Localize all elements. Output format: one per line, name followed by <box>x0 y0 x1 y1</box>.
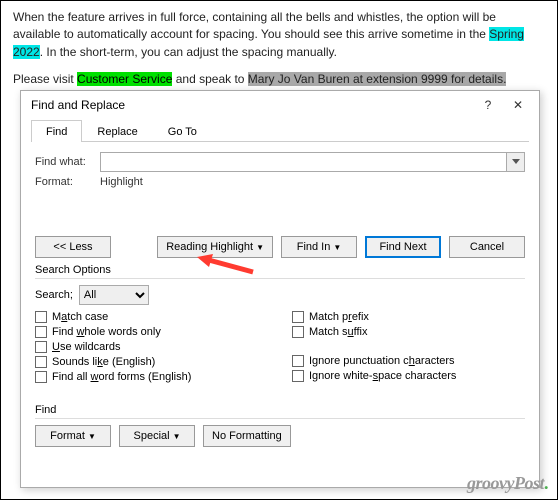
check-left-4[interactable]: Find all word forms (English) <box>35 371 280 383</box>
less-button[interactable]: << Less <box>35 236 111 258</box>
tab-replace[interactable]: Replace <box>82 120 152 142</box>
checkbox-box[interactable] <box>292 326 304 338</box>
checkbox-label: Match case <box>52 311 108 323</box>
checkbox-box[interactable] <box>35 371 47 383</box>
dialog-tabs: Find Replace Go To <box>31 119 529 142</box>
doc-paragraph-1: When the feature arrives in full force, … <box>13 9 545 61</box>
format-value: Highlight <box>100 176 143 188</box>
search-options-title: Search Options <box>35 264 525 276</box>
check-right-1[interactable]: Match suffix <box>292 326 525 338</box>
dialog-title: Find and Replace <box>31 98 473 112</box>
find-section-title: Find <box>35 404 525 416</box>
cancel-button[interactable]: Cancel <box>449 236 525 258</box>
check-left-1[interactable]: Find whole words only <box>35 326 280 338</box>
divider <box>35 278 525 279</box>
checkbox-label: Match prefix <box>309 311 369 323</box>
checkbox-label: Sounds like (English) <box>52 356 155 368</box>
document-body: When the feature arrives in full force, … <box>1 1 557 103</box>
checkbox-label: Find whole words only <box>52 326 161 338</box>
check-right-3[interactable]: Ignore white-space characters <box>292 370 525 382</box>
special-button[interactable]: Special▼ <box>119 425 195 447</box>
checkbox-box[interactable] <box>292 370 304 382</box>
no-formatting-button[interactable]: No Formatting <box>203 425 291 447</box>
find-next-button[interactable]: Find Next <box>365 236 441 258</box>
help-button[interactable]: ? <box>473 95 503 115</box>
check-left-0[interactable]: Match case <box>35 311 280 323</box>
find-what-dropdown[interactable] <box>506 153 524 171</box>
check-left-2[interactable]: Use wildcards <box>35 341 280 353</box>
checkbox-label: Ignore punctuation characters <box>309 355 455 367</box>
format-label: Format: <box>35 176 100 188</box>
find-what-label: Find what: <box>35 156 100 168</box>
reading-highlight-button[interactable]: Reading Highlight▼ <box>157 236 273 258</box>
check-right-2[interactable]: Ignore punctuation characters <box>292 355 525 367</box>
close-button[interactable]: ✕ <box>503 95 533 115</box>
checkbox-box[interactable] <box>292 311 304 323</box>
checkbox-box[interactable] <box>35 356 47 368</box>
check-right-0[interactable]: Match prefix <box>292 311 525 323</box>
tab-goto[interactable]: Go To <box>153 120 212 142</box>
find-what-input[interactable] <box>101 153 506 171</box>
format-button[interactable]: Format▼ <box>35 425 111 447</box>
checkbox-box[interactable] <box>35 341 47 353</box>
find-what-field[interactable] <box>100 152 525 172</box>
checkbox-label: Use wildcards <box>52 341 120 353</box>
dialog-titlebar[interactable]: Find and Replace ? ✕ <box>21 91 539 119</box>
highlight-yellow-selected: Mary Jo Van Buren at extension 9999 <box>248 72 448 86</box>
checkbox-box[interactable] <box>35 326 47 338</box>
checkbox-label: Ignore white-space characters <box>309 370 456 382</box>
checkbox-box[interactable] <box>35 311 47 323</box>
tab-find[interactable]: Find <box>31 120 82 142</box>
checkbox-label: Find all word forms (English) <box>52 371 191 383</box>
find-in-button[interactable]: Find In▼ <box>281 236 357 258</box>
search-direction-select[interactable]: All <box>79 285 149 305</box>
divider <box>35 418 525 419</box>
doc-paragraph-2: Please visit Customer Service and speak … <box>13 71 545 88</box>
highlight-green: Customer Service <box>77 72 172 86</box>
search-label: Search; <box>35 289 73 301</box>
checkbox-label: Match suffix <box>309 326 368 338</box>
checkbox-box[interactable] <box>292 355 304 367</box>
check-left-3[interactable]: Sounds like (English) <box>35 356 280 368</box>
find-replace-dialog: Find and Replace ? ✕ Find Replace Go To … <box>20 90 540 488</box>
